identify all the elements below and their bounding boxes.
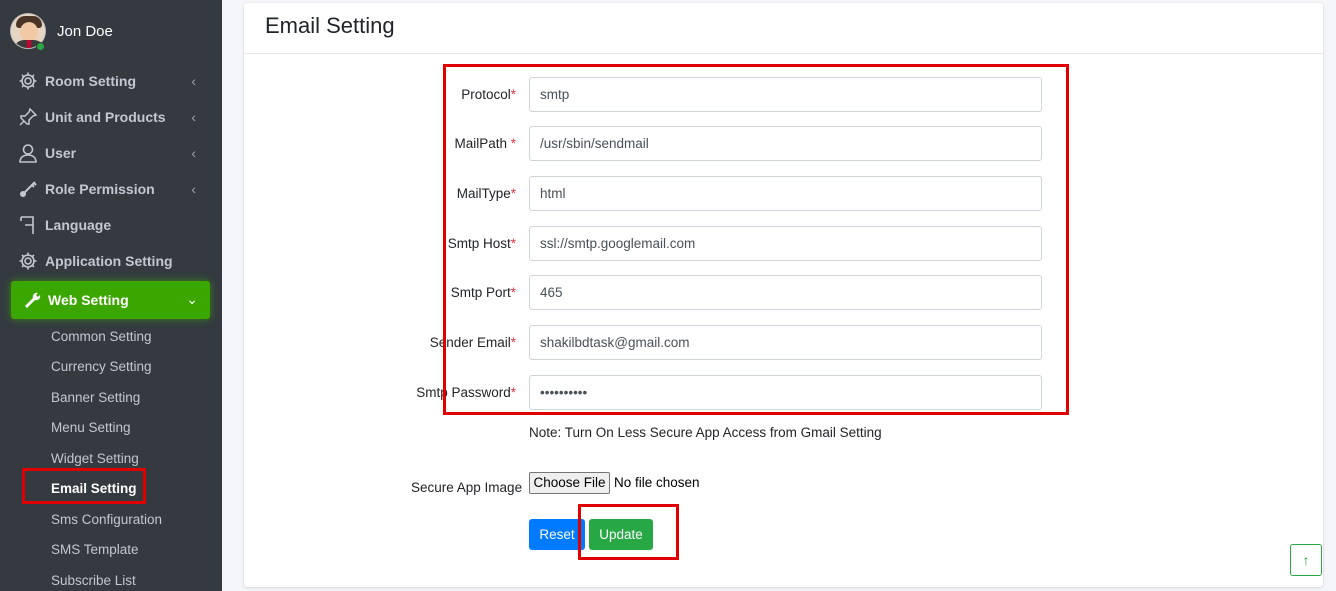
- chevron-left-icon: ‹: [191, 109, 196, 125]
- pin-icon: [18, 107, 38, 127]
- sidebar-item-room-setting[interactable]: Room Setting ‹: [0, 63, 222, 99]
- sidebar-item-label: Web Setting: [48, 292, 129, 308]
- submenu-item-sms-template[interactable]: SMS Template: [0, 535, 222, 566]
- user-name[interactable]: Jon Doe: [57, 23, 113, 40]
- submenu-item-menu-setting[interactable]: Menu Setting: [0, 413, 222, 444]
- online-status-dot: [36, 42, 45, 51]
- wrench-icon: [21, 290, 41, 310]
- submenu-item-currency-setting[interactable]: Currency Setting: [0, 352, 222, 383]
- highlight-box-form: [443, 64, 1069, 415]
- sidebar-nav: Room Setting ‹ Unit and Products ‹ User …: [0, 63, 222, 591]
- submenu-item-banner-setting[interactable]: Banner Setting: [0, 382, 222, 413]
- sidebar-item-unit-and-products[interactable]: Unit and Products ‹: [0, 99, 222, 135]
- web-setting-submenu: Common Setting Currency Setting Banner S…: [0, 321, 222, 591]
- chevron-down-icon: ⌄: [186, 291, 198, 307]
- chevron-left-icon: ‹: [191, 181, 196, 197]
- sidebar: Jon Doe Room Setting ‹ Unit and Products…: [0, 0, 222, 591]
- sidebar-item-language[interactable]: Language: [0, 207, 222, 243]
- page-title: Email Setting: [265, 13, 395, 38]
- sidebar-item-application-setting[interactable]: Application Setting: [0, 243, 222, 279]
- sidebar-item-label: Unit and Products: [45, 109, 166, 125]
- submenu-item-subscribe-list[interactable]: Subscribe List: [0, 565, 222, 591]
- file-status: No file chosen: [614, 475, 700, 490]
- key-icon: [18, 179, 38, 199]
- sidebar-item-label: Application Setting: [45, 253, 173, 269]
- sidebar-item-label: Language: [45, 217, 112, 233]
- chevron-left-icon: ‹: [191, 73, 196, 89]
- choose-file-button[interactable]: Choose File: [529, 472, 610, 494]
- reset-button[interactable]: Reset: [529, 519, 585, 550]
- secure-app-image-label: Secure App Image: [411, 480, 523, 495]
- sidebar-item-label: User: [45, 145, 77, 161]
- gear-icon: [18, 251, 38, 271]
- gear-icon: [18, 71, 38, 91]
- highlight-box-update: [578, 504, 679, 560]
- chevron-left-icon: ‹: [191, 145, 196, 161]
- scroll-to-top-button[interactable]: ↑: [1290, 544, 1322, 576]
- sidebar-item-role-permission[interactable]: Role Permission ‹: [0, 171, 222, 207]
- highlight-box-email-setting: [22, 468, 146, 504]
- sidebar-item-web-setting[interactable]: Web Setting ⌄: [11, 281, 210, 319]
- sidebar-item-user[interactable]: User ‹: [0, 135, 222, 171]
- sidebar-item-label: Room Setting: [45, 73, 136, 89]
- flag-icon: [18, 215, 38, 235]
- submenu-item-common-setting[interactable]: Common Setting: [0, 321, 222, 352]
- submenu-item-sms-configuration[interactable]: Sms Configuration: [0, 504, 222, 535]
- user-panel[interactable]: Jon Doe: [10, 13, 113, 49]
- sidebar-item-label: Role Permission: [45, 181, 155, 197]
- card-header: Email Setting: [244, 3, 1323, 54]
- gmail-note: Note: Turn On Less Secure App Access fro…: [529, 425, 882, 440]
- user-icon: [18, 143, 38, 163]
- arrow-up-icon: ↑: [1302, 552, 1310, 568]
